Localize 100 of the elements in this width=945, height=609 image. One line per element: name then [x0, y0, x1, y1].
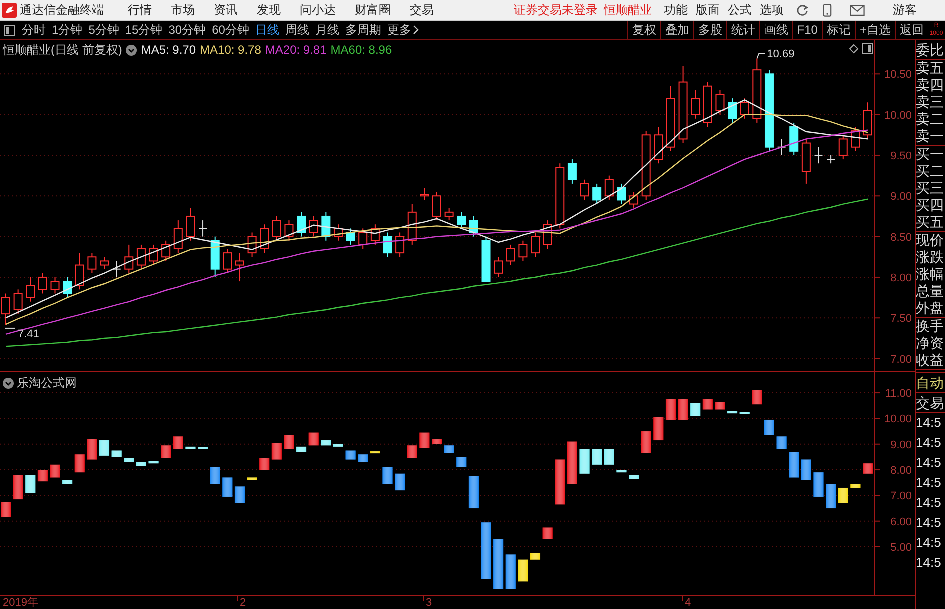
panel-toggle-icon[interactable]: [4, 24, 15, 36]
diamond-icon[interactable]: [849, 44, 859, 54]
quote-field-label: 买二: [916, 163, 945, 180]
candlestick: [592, 183, 602, 205]
indicator-bar: [690, 403, 701, 416]
panel-toggle-icon[interactable]: [862, 43, 873, 54]
period-tab[interactable]: 60分钟: [212, 21, 250, 39]
indicator-bar: [752, 390, 762, 405]
axis-label: 8.00: [890, 465, 912, 478]
indicator-bar: [346, 450, 356, 460]
quote-field-label: 买四: [916, 197, 945, 214]
stock-link[interactable]: 恒顺醋业: [604, 1, 652, 19]
candlestick: [728, 98, 738, 124]
period-tab[interactable]: 5分钟: [88, 21, 120, 39]
trade-time: 14:5: [916, 454, 942, 472]
candlestick: [604, 175, 614, 201]
toolbar-button[interactable]: 画线: [759, 20, 792, 40]
menu-item[interactable]: 市场: [171, 1, 195, 19]
login-status-text: 证券交易未登录: [514, 2, 598, 19]
toolbar-button[interactable]: +自选: [854, 20, 895, 40]
menu-item[interactable]: 交易: [410, 1, 434, 19]
period-tab[interactable]: 15分钟: [125, 21, 163, 39]
menu-item[interactable]: 选项: [760, 1, 784, 19]
toolbar-button[interactable]: 复权: [627, 20, 660, 40]
trade-time: 14:5: [916, 514, 942, 532]
candlestick: [124, 244, 134, 274]
refresh-icon[interactable]: [796, 4, 809, 16]
candlestick: [814, 146, 824, 164]
date-label: 3: [426, 597, 432, 608]
user-name[interactable]: 游客: [893, 1, 917, 19]
menu-item[interactable]: 问小达: [300, 1, 336, 19]
toolbar-button[interactable]: 多股: [693, 20, 726, 40]
date-label: 2019年: [3, 597, 38, 608]
indicator-bar: [124, 458, 134, 462]
quote-field-label: 买一: [916, 146, 945, 163]
axis-label: 9.00: [890, 439, 912, 452]
menu-item[interactable]: 行情: [128, 1, 152, 19]
candlestick: [272, 216, 282, 242]
dropdown-icon[interactable]: [3, 378, 14, 388]
indicator-bar: [420, 432, 430, 448]
menu-item[interactable]: 功能: [664, 1, 688, 19]
indicator-bar: [112, 450, 122, 458]
indicator-bar: [161, 446, 172, 458]
quote-field-label: 买三: [916, 180, 945, 197]
quote-field-label: 卖一: [916, 128, 945, 145]
indicator-bar: [518, 560, 528, 582]
candlestick: [358, 228, 368, 250]
indicator-bar: [210, 467, 220, 484]
indicator-bar: [456, 457, 467, 468]
toolbar-button[interactable]: 叠加: [660, 20, 694, 40]
indicator-bar: [764, 420, 774, 436]
mail-icon[interactable]: [850, 4, 865, 16]
period-tab[interactable]: 周线: [285, 21, 310, 39]
indicator-bar: [50, 464, 60, 478]
indicator-bar: [234, 486, 245, 504]
period-tab[interactable]: 多周期: [345, 21, 382, 39]
indicator-bar: [444, 446, 454, 454]
indicator-bar: [148, 461, 159, 464]
quote-field-label: 收益: [916, 352, 945, 369]
candlestick: [309, 216, 318, 238]
indicator-bar: [13, 475, 24, 500]
toolbar-button[interactable]: 返回: [895, 20, 928, 40]
indicator-bar: [506, 554, 516, 590]
more-link[interactable]: 更多: [387, 21, 420, 39]
toolbar-button[interactable]: 标记: [822, 20, 855, 40]
menu-item[interactable]: 发现: [257, 1, 281, 19]
menu-item[interactable]: 版面: [696, 1, 720, 19]
candlestick: [14, 289, 23, 315]
candlestick: [752, 58, 762, 124]
phone-icon[interactable]: [823, 4, 832, 16]
indicator-bar: [272, 443, 282, 460]
period-tab[interactable]: 月线: [315, 21, 340, 39]
candlestick: [777, 138, 786, 156]
dropdown-icon[interactable]: [126, 44, 138, 56]
period-tab[interactable]: 30分钟: [168, 21, 206, 39]
candlestick: [346, 228, 356, 246]
indicator-bar: [580, 450, 590, 474]
toolbar-button[interactable]: F10: [792, 20, 822, 40]
indicator-bar: [838, 488, 848, 504]
trade-time: 14:5: [916, 554, 942, 572]
indicator-bar: [296, 446, 307, 452]
period-tab[interactable]: 日线: [255, 21, 280, 39]
indicator-value: MA10: 9.78: [200, 42, 262, 59]
quote-field-label: 卖三: [916, 94, 945, 111]
indicator-bar: [494, 539, 504, 590]
candlestick: [38, 272, 48, 294]
menu-item[interactable]: 公式: [728, 1, 752, 19]
indicator-bar: [481, 522, 492, 580]
trade-time: 14:5: [916, 434, 942, 452]
menu-item[interactable]: 财富圈: [355, 1, 391, 19]
period-tab[interactable]: 1分钟: [52, 21, 83, 39]
candlestick: [198, 220, 208, 238]
candlestick: [420, 188, 430, 201]
toolbar-button[interactable]: 统计: [726, 20, 760, 40]
candlestick: [802, 138, 811, 184]
candlestick: [432, 192, 442, 222]
chart-title: 恒顺醋业(日线 前复权): [3, 42, 122, 59]
period-tab[interactable]: 分时: [22, 21, 46, 39]
candlestick: [112, 260, 122, 278]
menu-item[interactable]: 资讯: [214, 1, 238, 19]
